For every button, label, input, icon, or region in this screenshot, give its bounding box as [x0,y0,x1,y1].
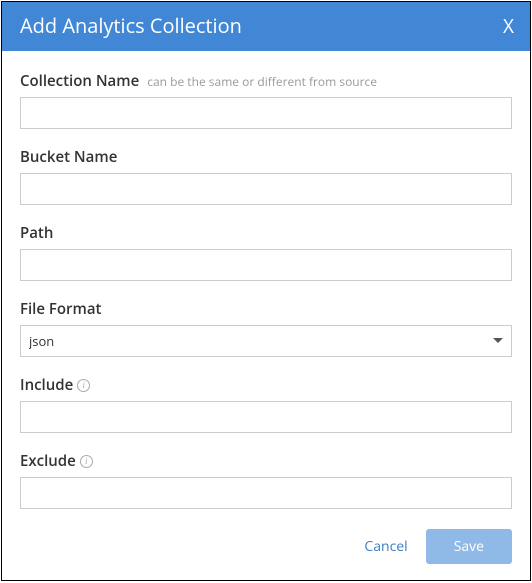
file-format-select[interactable]: json [20,325,512,357]
file-format-label: File Format [20,299,512,319]
info-icon[interactable]: i [80,455,93,468]
bucket-name-label: Bucket Name [20,147,512,167]
exclude-label-text: Exclude [20,451,76,471]
add-analytics-collection-dialog: Add Analytics Collection X Collection Na… [1,1,531,581]
bucket-name-input[interactable] [20,173,512,205]
collection-name-label: Collection Name can be the same or diffe… [20,71,512,91]
include-field: Include i [20,375,512,433]
bucket-name-field: Bucket Name [20,147,512,205]
path-label: Path [20,223,512,243]
collection-name-label-text: Collection Name [20,71,139,91]
exclude-label: Exclude i [20,451,512,471]
exclude-field: Exclude i [20,451,512,509]
file-format-field: File Format json [20,299,512,357]
cancel-button[interactable]: Cancel [364,537,407,556]
include-input[interactable] [20,401,512,433]
path-field: Path [20,223,512,281]
dialog-title: Add Analytics Collection [20,12,242,39]
collection-name-field: Collection Name can be the same or diffe… [20,71,512,129]
collection-name-hint: can be the same or different from source [147,73,377,90]
exclude-input[interactable] [20,477,512,509]
close-button[interactable]: X [501,13,516,39]
collection-name-input[interactable] [20,97,512,129]
dialog-body: Collection Name can be the same or diffe… [2,51,530,517]
info-icon[interactable]: i [77,379,90,392]
save-button[interactable]: Save [426,529,512,564]
dialog-header: Add Analytics Collection X [2,2,530,51]
include-label: Include i [20,375,512,395]
path-input[interactable] [20,249,512,281]
include-label-text: Include [20,375,73,395]
dialog-footer: Cancel Save [2,517,530,580]
